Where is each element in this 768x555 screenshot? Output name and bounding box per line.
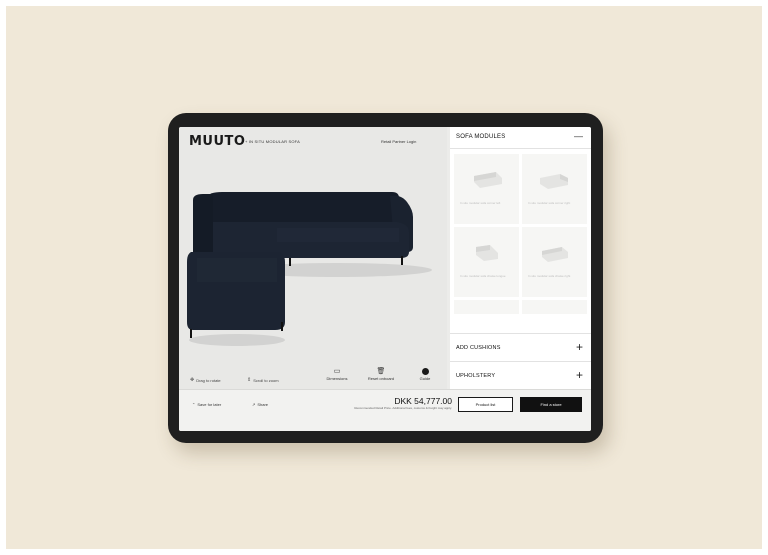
module-grid: In situ modular sofa corner left In situ… bbox=[454, 154, 587, 314]
share-button[interactable]: ↗ Share bbox=[252, 402, 268, 407]
scroll-icon: ⇕ bbox=[247, 377, 252, 383]
collapse-icon[interactable]: — bbox=[574, 131, 583, 141]
module-card[interactable]: In situ modular sofa corner right bbox=[522, 154, 587, 224]
find-a-store-button[interactable]: Find a store bbox=[520, 397, 582, 412]
module-card[interactable] bbox=[454, 300, 519, 314]
module-caption: In situ modular sofa chaise longue bbox=[460, 274, 506, 278]
drag-to-rotate-hint: ✥ Drag to rotate bbox=[190, 377, 221, 383]
expand-plus-icon[interactable]: + bbox=[576, 340, 583, 354]
share-icon: ↗ bbox=[252, 402, 256, 407]
guide-button[interactable]: Guide bbox=[405, 367, 445, 381]
module-card[interactable]: In situ modular sofa corner left bbox=[454, 154, 519, 224]
ruler-icon: ▭ bbox=[333, 368, 341, 375]
module-caption: In situ modular sofa chaise right bbox=[528, 274, 571, 278]
dimensions-button[interactable]: ▭ Dimensions bbox=[317, 367, 357, 381]
price-note: Recommended Retail Price. Additional fee… bbox=[354, 406, 452, 410]
tablet-device: MUUTO + IN SITU MODULAR SOFA Retail Part… bbox=[168, 113, 603, 443]
module-card[interactable] bbox=[522, 300, 587, 314]
hand-drag-icon: ✥ bbox=[190, 377, 195, 383]
dimensions-label: Dimensions bbox=[326, 376, 348, 381]
module-caption: In situ modular sofa corner left bbox=[460, 201, 501, 205]
module-thumbnail bbox=[473, 172, 502, 188]
scroll-to-zoom-hint: ⇕ Scroll to zoom bbox=[247, 377, 279, 383]
add-cushions-section[interactable]: ADD CUSHIONS + bbox=[450, 333, 591, 361]
sofa-model[interactable] bbox=[187, 192, 437, 347]
expand-plus-icon[interactable]: + bbox=[576, 368, 583, 382]
upholstery-title: UPHOLSTERY bbox=[456, 373, 496, 379]
guide-label: Guide bbox=[419, 376, 431, 381]
footer-bar: ⌃ Save for later ↗ Share DKK 54,777.00 R… bbox=[179, 389, 591, 431]
scroll-hint-label: Scroll to zoom bbox=[253, 377, 279, 383]
sofa-modules-title: SOFA MODULES bbox=[456, 134, 506, 140]
3d-viewer[interactable]: MUUTO + IN SITU MODULAR SOFA Retail Part… bbox=[179, 127, 447, 389]
brand-logo[interactable]: MUUTO bbox=[189, 134, 245, 149]
share-label: Share bbox=[257, 402, 269, 407]
trash-icon: 🗑 bbox=[376, 368, 386, 375]
configurator-screen: MUUTO + IN SITU MODULAR SOFA Retail Part… bbox=[179, 127, 591, 431]
reset-label: Reset onboard bbox=[367, 376, 395, 381]
module-thumbnail bbox=[539, 174, 568, 189]
save-icon: ⌃ bbox=[192, 402, 196, 407]
sofa-modules-header[interactable]: SOFA MODULES — bbox=[450, 127, 591, 149]
reset-button[interactable]: 🗑 Reset onboard bbox=[361, 367, 401, 381]
upholstery-section[interactable]: UPHOLSTERY + bbox=[450, 361, 591, 389]
drag-hint-label: Drag to rotate bbox=[196, 377, 221, 383]
module-card[interactable]: In situ modular sofa chaise right bbox=[522, 227, 587, 297]
add-cushions-title: ADD CUSHIONS bbox=[456, 345, 501, 351]
options-panel: SOFA MODULES — In situ modular sofa corn… bbox=[450, 127, 591, 389]
color-dot-icon bbox=[421, 368, 429, 375]
product-title: + IN SITU MODULAR SOFA bbox=[245, 139, 300, 144]
save-for-later-button[interactable]: ⌃ Save for later bbox=[192, 402, 221, 407]
retail-partner-login-link[interactable]: Retail Partner Login bbox=[381, 139, 416, 144]
product-list-button[interactable]: Product list bbox=[458, 397, 513, 412]
save-label: Save for later bbox=[197, 402, 222, 407]
total-price: DKK 54,777.00 bbox=[394, 396, 452, 406]
module-card[interactable]: In situ modular sofa chaise longue bbox=[454, 227, 519, 297]
module-thumbnail bbox=[541, 247, 568, 262]
module-thumbnail bbox=[475, 245, 498, 261]
module-caption: In situ modular sofa corner right bbox=[528, 201, 571, 205]
